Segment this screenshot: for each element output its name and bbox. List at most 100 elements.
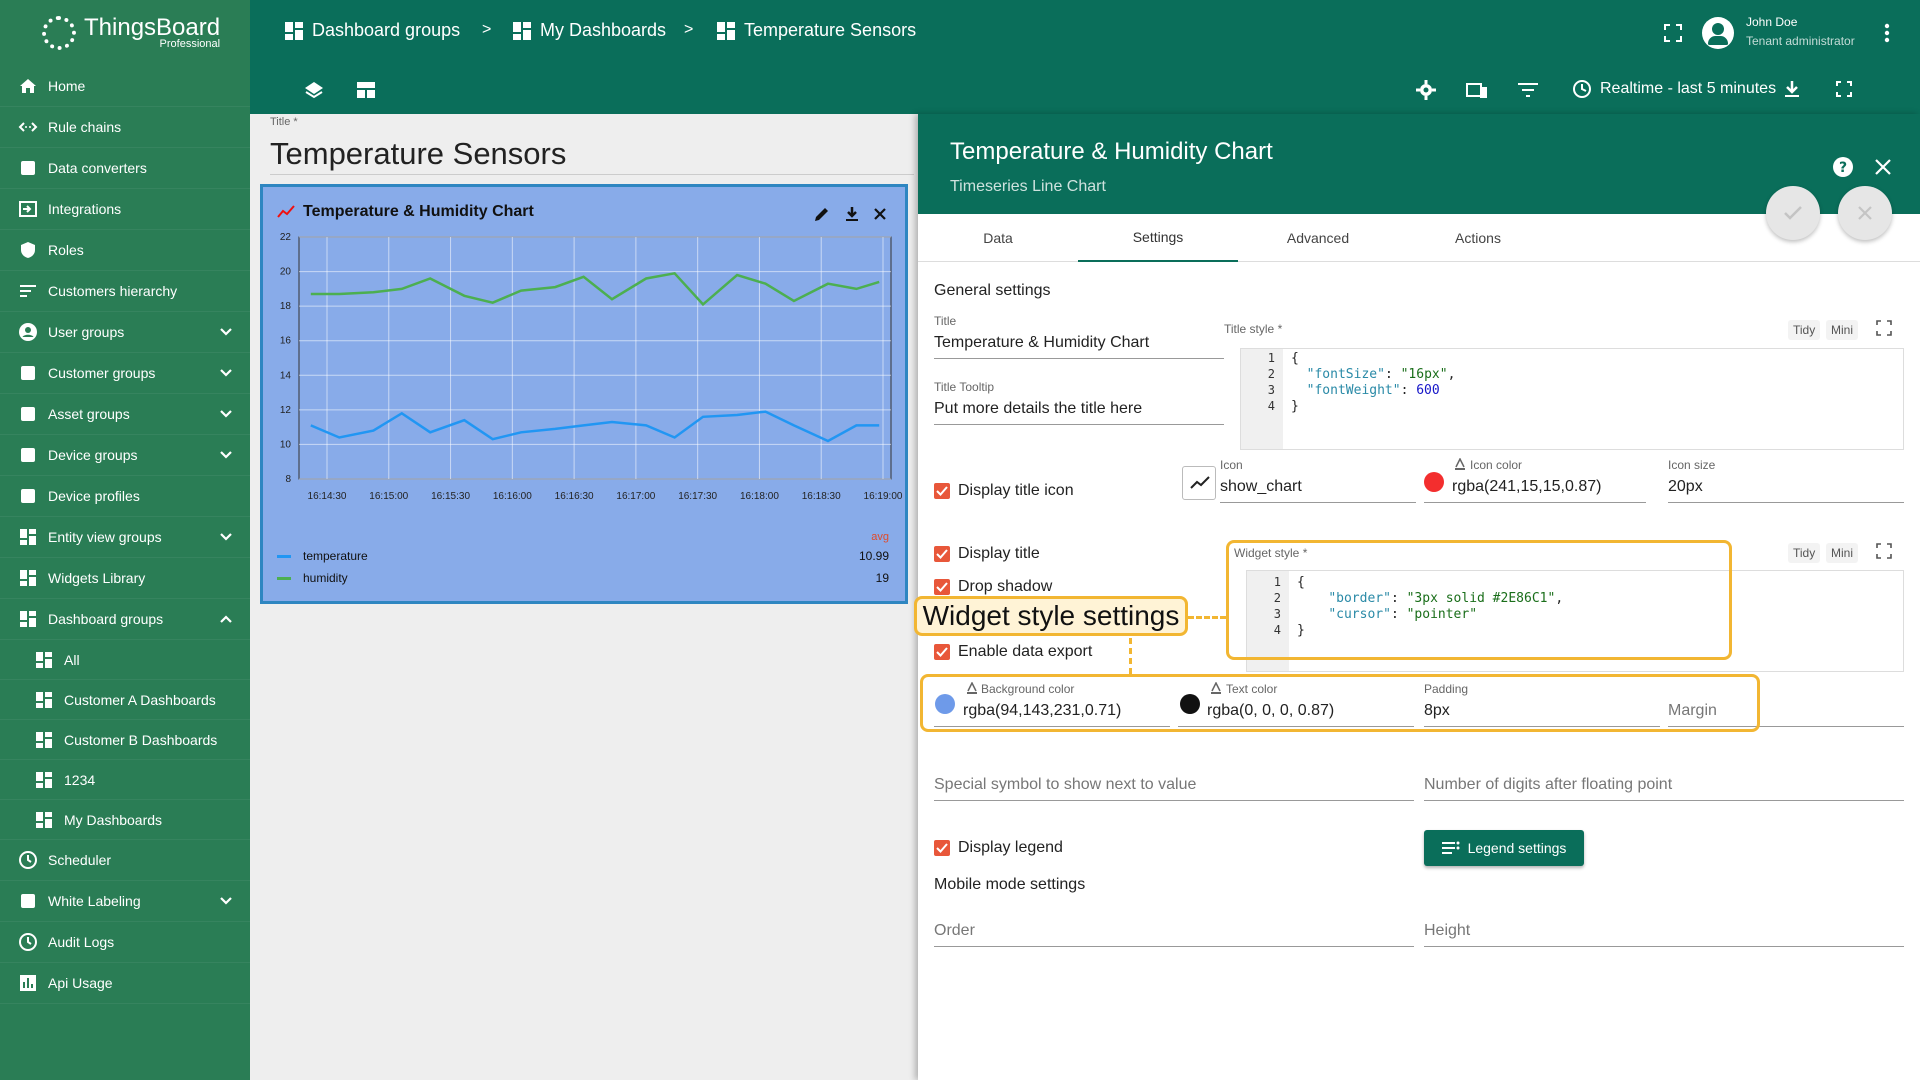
icon-preview[interactable] — [1182, 466, 1216, 500]
sidebar-item-label: Api Usage — [48, 975, 113, 991]
display-title-checkbox[interactable] — [934, 546, 950, 562]
layers-icon[interactable] — [304, 80, 324, 100]
title-field[interactable]: Temperature & Humidity Chart — [934, 334, 1149, 352]
icon-color-swatch[interactable] — [1424, 472, 1444, 492]
display-title-icon-checkbox[interactable] — [934, 483, 950, 499]
enable-data-export-checkbox[interactable] — [934, 644, 950, 660]
layout-icon[interactable] — [356, 81, 376, 99]
avatar[interactable] — [1702, 17, 1734, 49]
sidebar-item-customer-a-dashboards[interactable]: Customer A Dashboards — [0, 680, 250, 720]
chevron-down-icon[interactable] — [218, 447, 234, 463]
settings-icon[interactable] — [1416, 80, 1436, 100]
sidebar-item-device-profiles[interactable]: Device profiles — [0, 476, 250, 517]
chevron-down-icon[interactable] — [218, 365, 234, 381]
legend-label[interactable]: temperature — [303, 549, 368, 563]
user-role: Tenant administrator — [1746, 34, 1855, 48]
tab-data[interactable]: Data — [918, 214, 1078, 262]
mini-button[interactable]: Mini — [1826, 320, 1859, 340]
sidebar-item-label: User groups — [48, 324, 125, 340]
y-tick-label: 22 — [280, 232, 292, 243]
tab-settings[interactable]: Settings — [1078, 214, 1238, 262]
sidebar-item-1234[interactable]: 1234 — [0, 760, 250, 800]
download-icon[interactable] — [1784, 80, 1800, 98]
x-tick-label: 16:14:30 — [308, 491, 347, 502]
sidebar-item-label: Customer A Dashboards — [64, 691, 216, 708]
sidebar-item-rule-chains[interactable]: Rule chains — [0, 107, 250, 148]
fullscreen-icon[interactable] — [1876, 543, 1892, 559]
dashboard-title[interactable]: Temperature Sensors — [270, 136, 566, 172]
clock-icon[interactable] — [1572, 79, 1592, 99]
special-symbol-field[interactable]: Special symbol to show next to value — [934, 776, 1196, 794]
sidebar-item-integrations[interactable]: Integrations — [0, 189, 250, 230]
sidebar-item-asset-groups[interactable]: Asset groups — [0, 394, 250, 435]
tooltip-field[interactable]: Put more details the title here — [934, 400, 1142, 418]
more-vert-icon[interactable] — [1884, 23, 1890, 43]
icon-size-field[interactable]: 20px — [1668, 478, 1703, 496]
chevron-down-icon[interactable] — [218, 529, 234, 545]
show-chart-icon — [277, 205, 295, 218]
display-legend-label: Display legend — [958, 839, 1063, 856]
sidebar-item-api-usage[interactable]: Api Usage — [0, 963, 250, 1004]
order-field[interactable]: Order — [934, 922, 975, 940]
sort-icon — [20, 285, 36, 297]
devices-icon[interactable] — [1466, 81, 1488, 99]
fullscreen-icon[interactable] — [1836, 81, 1852, 97]
fullscreen-icon[interactable] — [1876, 320, 1892, 336]
drop-shadow-checkbox[interactable] — [934, 579, 950, 595]
title-style-editor[interactable]: 1 2 3 4 { "fontSize": "16px", "fontWeigh… — [1240, 348, 1904, 450]
digits-field[interactable]: Number of digits after floating point — [1424, 776, 1672, 794]
sidebar-item-device-groups[interactable]: Device groups — [0, 435, 250, 476]
sidebar-item-customers-hierarchy[interactable]: Customers hierarchy — [0, 271, 250, 312]
x-tick-label: 16:16:00 — [493, 491, 532, 502]
field-underline — [934, 946, 1414, 947]
schedule-icon — [19, 851, 37, 869]
chevron-down-icon[interactable] — [218, 893, 234, 909]
chevron-down-icon[interactable] — [218, 324, 234, 340]
sidebar-item-widgets-library[interactable]: Widgets Library — [0, 558, 250, 599]
sidebar-item-data-converters[interactable]: Data converters — [0, 148, 250, 189]
chart-widget[interactable]: Temperature & Humidity Chart 22 20 18 16 14 1… — [260, 184, 908, 604]
sidebar-item-customer-groups[interactable]: Customer groups — [0, 353, 250, 394]
sidebar-item-white-labeling[interactable]: White Labeling — [0, 881, 250, 922]
dashboard-icon — [36, 811, 52, 828]
tab-advanced[interactable]: Advanced — [1238, 214, 1398, 262]
chevron-down-icon[interactable] — [218, 406, 234, 422]
timewindow[interactable]: Realtime - last 5 minutes — [1600, 80, 1776, 98]
mini-button[interactable]: Mini — [1826, 543, 1859, 563]
tidy-button[interactable]: Tidy — [1788, 543, 1821, 563]
sidebar-item-label: Integrations — [48, 201, 122, 217]
sidebar-item-entity-view-groups[interactable]: Entity view groups — [0, 517, 250, 558]
edit-icon[interactable] — [813, 205, 831, 223]
height-field[interactable]: Height — [1424, 922, 1470, 940]
svg-text:?: ? — [1839, 160, 1847, 176]
filter-icon[interactable] — [1518, 82, 1538, 98]
icon-color-field[interactable]: rgba(241,15,15,0.87) — [1452, 478, 1601, 496]
download-icon[interactable] — [843, 205, 861, 223]
help-icon[interactable]: ? — [1832, 156, 1854, 178]
chevron-up-icon[interactable] — [218, 611, 234, 627]
sidebar-item-customer-b-dashboards[interactable]: Customer B Dashboards — [0, 720, 250, 760]
sidebar-item-scheduler[interactable]: Scheduler — [0, 840, 250, 881]
sidebar-item-all[interactable]: All — [0, 640, 250, 680]
breadcrumb-my-dashboards[interactable]: My Dashboards — [512, 20, 666, 41]
legend-label[interactable]: humidity — [303, 571, 348, 585]
sidebar-item-my-dashboards[interactable]: My Dashboards — [0, 800, 250, 840]
breadcrumb-dashboard-groups[interactable]: Dashboard groups — [284, 20, 460, 41]
legend-settings-button[interactable]: Legend settings — [1424, 830, 1584, 866]
close-icon[interactable] — [1874, 158, 1892, 176]
logo[interactable]: ThingsBoard Professional — [0, 0, 250, 66]
tidy-button[interactable]: Tidy — [1788, 320, 1821, 340]
sidebar-item-dashboard-groups[interactable]: Dashboard groups — [0, 599, 250, 640]
code-line: } — [1291, 399, 1299, 414]
sidebar-item-home[interactable]: Home — [0, 66, 250, 107]
panel-subtitle: Timeseries Line Chart — [950, 178, 1106, 195]
icon-field[interactable]: show_chart — [1220, 478, 1302, 496]
display-legend-checkbox[interactable] — [934, 840, 950, 856]
sidebar-item-roles[interactable]: Roles — [0, 230, 250, 271]
sidebar-item-label: Customers hierarchy — [48, 283, 178, 299]
sidebar-item-user-groups[interactable]: User groups — [0, 312, 250, 353]
tab-actions[interactable]: Actions — [1398, 214, 1558, 262]
close-icon[interactable] — [871, 205, 889, 223]
sidebar-item-audit-logs[interactable]: Audit Logs — [0, 922, 250, 963]
fullscreen-icon[interactable] — [1664, 24, 1682, 42]
